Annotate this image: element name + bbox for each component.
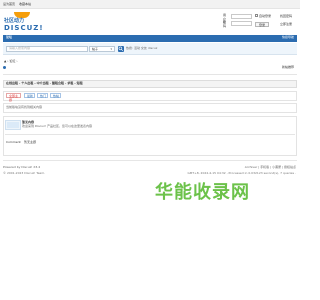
tab-all-label: 全部主题 <box>9 94 19 102</box>
info-divider <box>3 74 297 75</box>
forum-toolbar <box>3 66 297 70</box>
auto-login-checkbox[interactable] <box>255 14 258 17</box>
notice-box <box>3 103 297 113</box>
bookmark-link[interactable]: 收藏本站 <box>19 2 31 7</box>
username-input[interactable] <box>231 14 252 19</box>
tab-hotposts-label: 热帖 <box>53 94 60 98</box>
notice-text: 当前版块没有找到相关内容 <box>6 105 43 109</box>
stat-value: 暂无主题 <box>24 140 37 144</box>
password-label: 密码 <box>223 20 227 28</box>
search-button[interactable] <box>118 46 124 52</box>
watermark-text: 华能收录网 <box>155 182 250 204</box>
register-link[interactable]: 立即注册 <box>280 22 292 27</box>
footer-links[interactable]: Archiver | 手机版 | 小黑屋 | 授权站点 <box>245 165 296 170</box>
hot-search-label: 热搜: 活动 交友 discuz <box>126 46 158 50</box>
topbar-links: 设为首页 收藏本站 <box>3 2 31 7</box>
logo-text-en: DISCUZ! <box>4 24 44 32</box>
tab-latest[interactable]: 最新 <box>24 93 35 98</box>
main-navbar <box>3 35 297 42</box>
footer-stats: GMT+8, 2024-4-15 04:32 , Processed in 0.… <box>187 171 296 175</box>
footer-divider <box>3 160 297 161</box>
tab-latest-label: 最新 <box>27 94 34 98</box>
auto-login-label: 自动登录 <box>259 14 272 18</box>
search-scope-select[interactable]: 帖子 ▾ <box>89 46 115 52</box>
content-divider <box>5 134 295 135</box>
avatar-image <box>7 122 19 128</box>
search-placeholder: 请输入搜索内容 <box>9 46 31 50</box>
thread-title: 在线出租 - 个人出租 - 中介出租 - 整租合租 - 求租 - 短租 <box>6 81 83 85</box>
tab-hot-label: 热门 <box>40 94 47 98</box>
watermark: 华能收录网 <box>120 182 285 204</box>
password-input[interactable] <box>231 21 252 26</box>
tab-all[interactable]: 全部主题 <box>6 93 21 101</box>
toolbar-icon <box>3 66 6 69</box>
search-scope-value: 帖子 <box>92 47 99 51</box>
forgot-password-link[interactable]: 找回密码 <box>280 14 292 19</box>
breadcrumb[interactable]: ▲ › 论坛 › <box>4 59 18 64</box>
login-button[interactable]: 登录 <box>255 22 269 27</box>
site-logo[interactable]: 社区动力 DISCUZ! <box>4 12 43 32</box>
stat-label: Comment <box>6 140 21 144</box>
content-box <box>3 116 297 156</box>
quicknav-button[interactable]: 快捷导航 <box>282 35 294 40</box>
tab-hot[interactable]: 热门 <box>37 93 48 98</box>
search-icon <box>118 46 124 52</box>
nav-item-forum[interactable]: 论坛 <box>6 35 12 40</box>
topbar <box>0 0 300 9</box>
footer-copyright: © 2001-2023 Discuz! Team. <box>3 171 46 175</box>
set-homepage-link[interactable]: 设为首页 <box>3 2 15 7</box>
tab-hotposts[interactable]: 热帖 <box>50 93 61 98</box>
chevron-down-icon: ▾ <box>110 47 112 51</box>
footer-powered-by: Powered by Discuz! X3.4 <box>3 165 41 169</box>
post-subtitle: 欢迎来到 Discuz! 产品社区，您可以在这里发表内容 <box>22 124 92 128</box>
